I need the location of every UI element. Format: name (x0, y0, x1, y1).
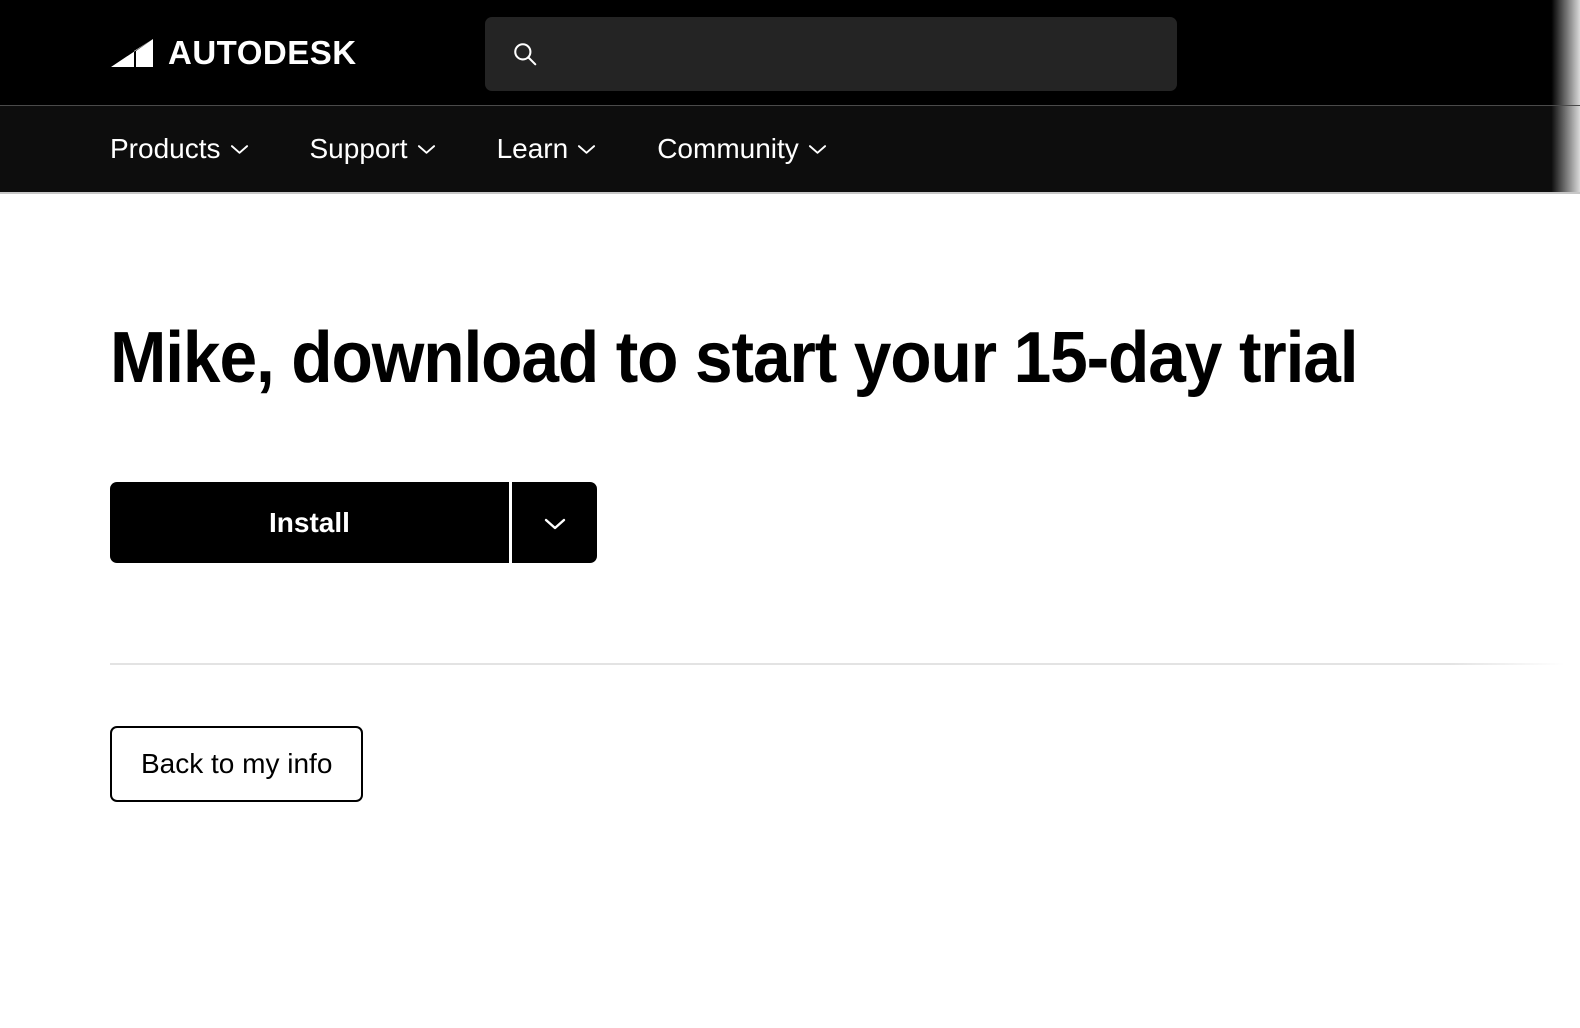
primary-action-row: Install (110, 482, 1470, 564)
autodesk-logo[interactable]: AUTODESK (110, 0, 357, 105)
chevron-down-icon (808, 145, 826, 154)
chevron-down-icon (417, 145, 435, 154)
primary-nav: Products Support Learn Community (0, 106, 1580, 192)
nav-item-community[interactable]: Community (657, 135, 827, 163)
nav-item-label: Learn (496, 133, 569, 164)
nav-item-support[interactable]: Support (310, 135, 436, 163)
main-content: Mike, download to start your 15-day tria… (0, 194, 1580, 803)
global-header: AUTODESK (0, 0, 1580, 105)
install-split-button: Install (110, 482, 597, 564)
secondary-action-row: Back to my info (110, 726, 1470, 803)
nav-item-label: Support (309, 133, 408, 164)
nav-item-learn[interactable]: Learn (497, 135, 597, 163)
autodesk-wordmark: AUTODESK (168, 34, 357, 71)
search-box[interactable] (485, 17, 1177, 91)
back-to-my-info-button[interactable]: Back to my info (110, 726, 364, 803)
autodesk-mark-icon (111, 38, 153, 67)
nav-item-label: Products (110, 133, 221, 164)
search-input[interactable] (554, 43, 1177, 65)
nav-item-label: Community (657, 133, 799, 164)
install-button[interactable]: Install (110, 482, 509, 564)
chevron-down-icon (230, 145, 248, 154)
install-options-button[interactable] (512, 482, 597, 564)
chevron-down-icon (578, 145, 596, 154)
section-divider (110, 663, 1565, 666)
search-icon (514, 43, 537, 66)
page-title: Mike, download to start your 15-day tria… (110, 318, 1359, 398)
nav-item-products[interactable]: Products (110, 135, 249, 163)
chevron-down-icon (544, 518, 565, 530)
